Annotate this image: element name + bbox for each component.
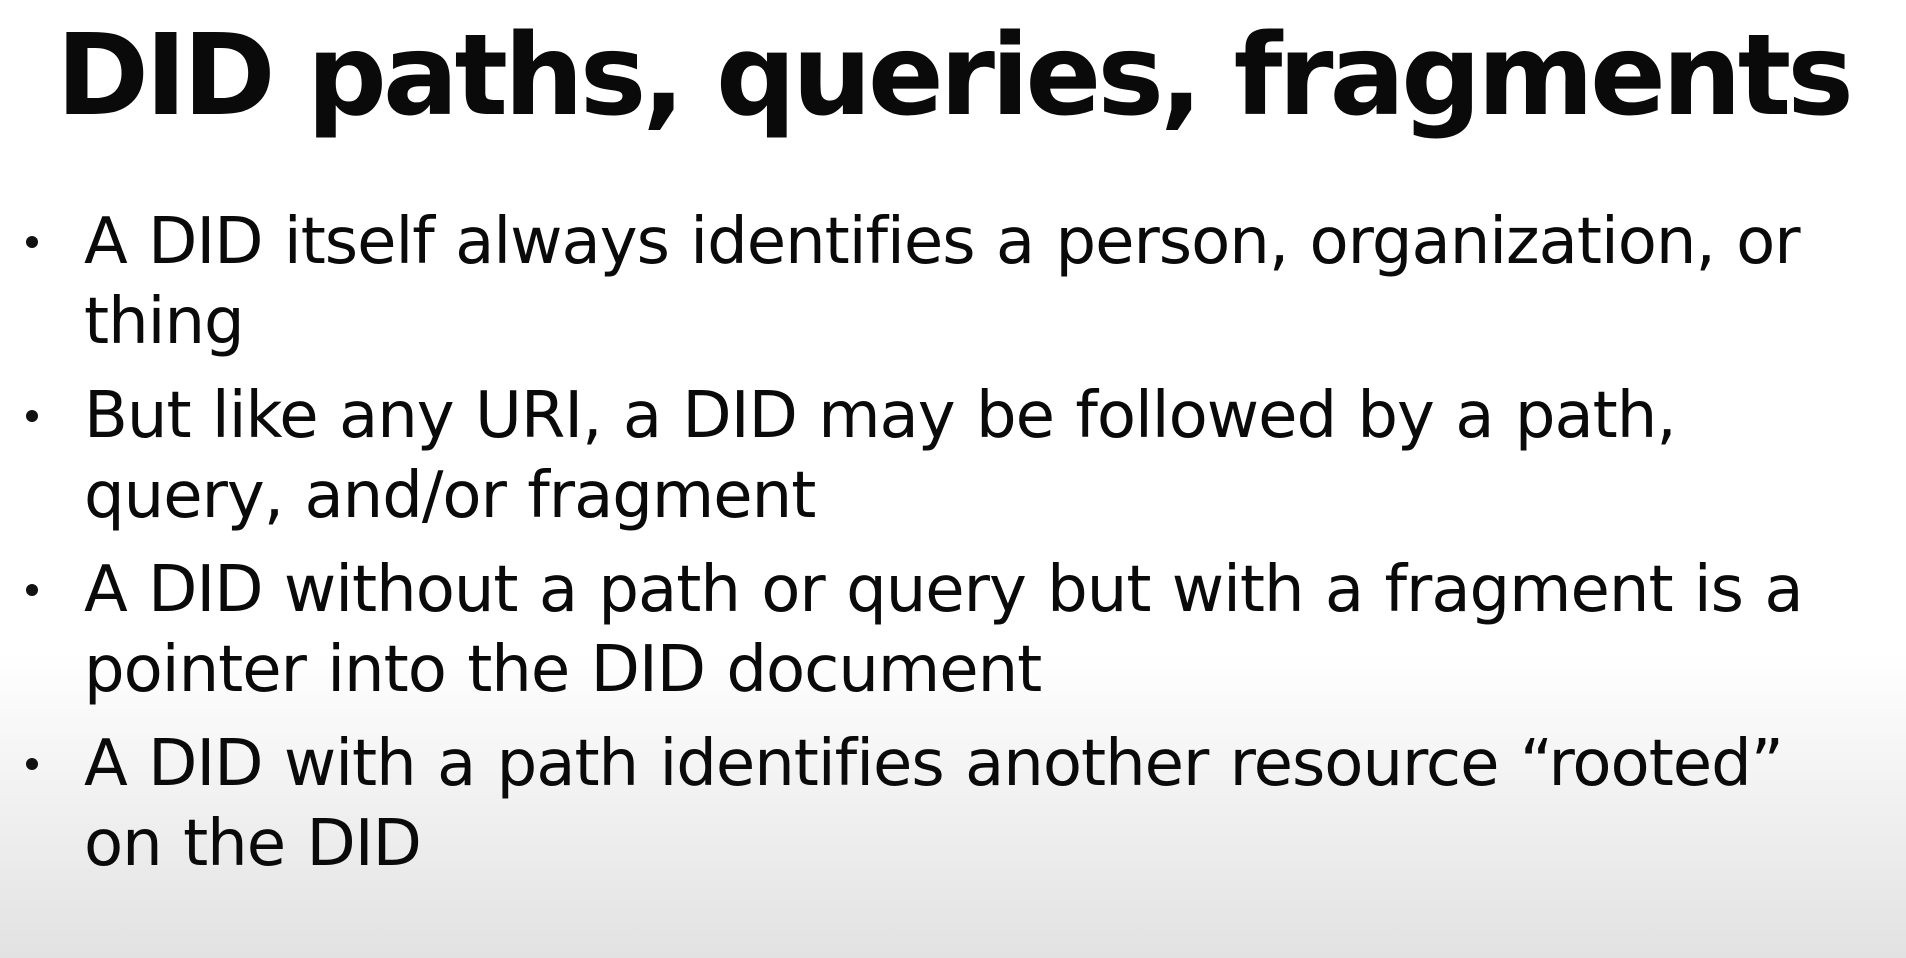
bullet-text: But like any URI, a DID may be followed … (84, 379, 1677, 533)
slide-title: DID paths, queries, fragments (56, 11, 1854, 141)
bullet-item: A DID with a path identifies another res… (0, 724, 1906, 884)
bullet-item: A DID itself always identifies a person,… (0, 202, 1906, 362)
bullet-dot-icon (26, 584, 38, 596)
bullet-dot-icon (26, 758, 38, 770)
bullet-text: A DID without a path or query but with a… (84, 553, 1804, 707)
presentation-slide: DID paths, queries, fragments A DID itse… (0, 0, 1906, 958)
bullet-item: A DID without a path or query but with a… (0, 550, 1906, 710)
bullet-item: But like any URI, a DID may be followed … (0, 376, 1906, 536)
bullet-text: A DID itself always identifies a person,… (84, 205, 1801, 359)
bullet-text: A DID with a path identifies another res… (84, 727, 1784, 881)
bullet-list: A DID itself always identifies a person,… (0, 202, 1906, 898)
bullet-dot-icon (26, 236, 38, 248)
bullet-dot-icon (26, 410, 38, 422)
